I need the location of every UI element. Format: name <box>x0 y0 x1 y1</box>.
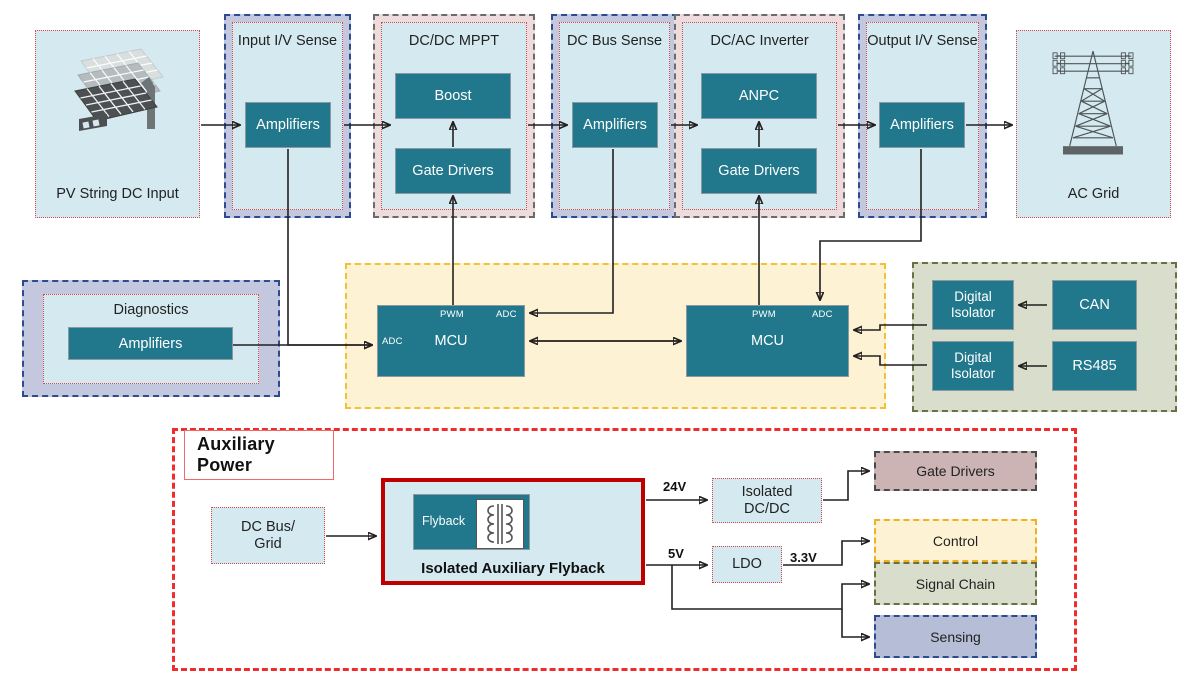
input-iv-sense-amplifiers-chip[interactable]: Amplifiers <box>245 102 331 148</box>
can-chip[interactable]: CAN <box>1052 280 1137 330</box>
digital-isolator-rs485-line2: Isolator <box>950 366 996 381</box>
mcu-1-label: MCU <box>434 333 468 349</box>
dc-bus-sense-title-text: DC Bus Sense <box>566 33 663 49</box>
dc-bus-grid-line2: Grid <box>254 535 282 552</box>
output-iv-sense-label: Output I/V Sense <box>867 33 978 49</box>
dc-bus-sense-label: DC Bus Sense <box>560 33 669 49</box>
isolated-dcdc-box[interactable]: Isolated DC/DC <box>712 478 822 523</box>
inverter-anpc-chip[interactable]: ANPC <box>701 73 817 119</box>
isolated-dcdc-line1: Isolated <box>741 483 793 500</box>
mcu-1-adc-top-pin: ADC <box>496 309 517 320</box>
transmission-tower-icon <box>1052 51 1134 155</box>
diagnostics-title-text: Diagnostics <box>113 302 189 318</box>
output-iv-sense-amplifiers-chip[interactable]: Amplifiers <box>879 102 965 148</box>
flyback-chip-label: Flyback <box>422 514 466 528</box>
transformer-icon <box>476 499 524 549</box>
output-iv-sense-title-text: Output I/V Sense <box>867 33 978 49</box>
inverter-gate-drivers-chip[interactable]: Gate Drivers <box>701 148 817 194</box>
load-signal-chain-swatch: Signal Chain <box>874 562 1037 605</box>
rail-24v-label: 24V <box>663 479 687 494</box>
flyback-chip: Flyback <box>413 494 530 550</box>
mppt-gate-drivers-chip[interactable]: Gate Drivers <box>395 148 511 194</box>
block-diagram-canvas: PV String DC Input Input I/V Sense Ampli… <box>0 0 1200 692</box>
input-iv-sense-title-text: Input I/V Sense <box>237 33 338 49</box>
rail-3v3-label: 3.3V <box>790 550 817 565</box>
auxiliary-power-section-text: Auxiliary Power <box>197 434 275 475</box>
dcac-inverter-label: DC/AC Inverter <box>683 33 836 49</box>
ac-grid-card: AC Grid <box>1016 30 1171 218</box>
mcu-2-adc-top-pin: ADC <box>812 309 833 320</box>
digital-isolator-rs485-line1: Digital <box>954 350 992 365</box>
mcu-2-label: MCU <box>750 333 785 349</box>
dcdc-mppt-title-text: DC/DC MPPT <box>408 33 500 49</box>
load-sensing-swatch: Sensing <box>874 615 1037 658</box>
dc-bus-grid-source-box: DC Bus/ Grid <box>211 507 325 564</box>
isolated-dcdc-line2: DC/DC <box>744 500 790 517</box>
digital-isolator-can-line2: Isolator <box>950 305 996 320</box>
ldo-box[interactable]: LDO <box>712 546 782 583</box>
load-gate-drivers-swatch: Gate Drivers <box>874 451 1037 491</box>
isolated-auxiliary-flyback-box[interactable]: Flyback Isolated Auxiliary Flyback <box>381 478 645 585</box>
rail-5v-label: 5V <box>668 546 684 561</box>
mcu-1-pwm-pin: PWM <box>440 309 464 320</box>
digital-isolator-can-chip[interactable]: Digital Isolator <box>932 280 1014 330</box>
digital-isolator-can-line1: Digital <box>954 289 992 304</box>
ac-grid-label: AC Grid <box>1067 186 1120 202</box>
digital-isolator-rs485-chip[interactable]: Digital Isolator <box>932 341 1014 391</box>
dc-bus-grid-line1: DC Bus/ <box>241 518 295 535</box>
mcu-1-adc-left-pin: ADC <box>382 336 403 347</box>
dcdc-mppt-label: DC/DC MPPT <box>382 33 526 49</box>
dcac-inverter-title-text: DC/AC Inverter <box>710 33 809 49</box>
dc-bus-sense-amplifiers-chip[interactable]: Amplifiers <box>572 102 658 148</box>
pv-string-dc-input-card: PV String DC Input <box>35 30 200 218</box>
diagnostics-label: Diagnostics <box>44 302 258 318</box>
solar-panel-icon <box>74 48 164 131</box>
auxiliary-power-section-label: Auxiliary Power <box>184 430 334 480</box>
mppt-boost-chip[interactable]: Boost <box>395 73 511 119</box>
isolated-auxiliary-flyback-title: Isolated Auxiliary Flyback <box>421 560 605 577</box>
input-iv-sense-label: Input I/V Sense <box>233 33 342 49</box>
rs485-chip[interactable]: RS485 <box>1052 341 1137 391</box>
pv-string-dc-input-label: PV String DC Input <box>56 186 179 202</box>
mcu-2-pwm-pin: PWM <box>752 309 776 320</box>
load-control-swatch: Control <box>874 519 1037 562</box>
diagnostics-amplifiers-chip[interactable]: Amplifiers <box>68 327 233 360</box>
